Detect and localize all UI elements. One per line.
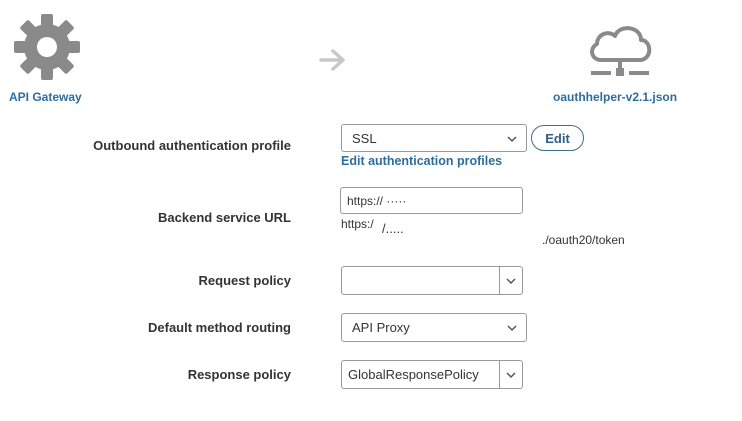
auth-profile-select[interactable]: SSL <box>341 124 527 152</box>
request-policy-dropdown-toggle[interactable] <box>499 267 522 294</box>
backend-url-hint-prefix: https:/ <box>341 217 374 231</box>
chevron-down-icon <box>507 325 517 332</box>
edit-auth-profiles-link[interactable]: Edit authentication profiles <box>341 154 502 168</box>
cloud-network-icon <box>585 20 655 84</box>
auth-profile-value: SSL <box>352 130 377 146</box>
response-policy-label: Response policy <box>187 367 291 382</box>
request-policy-label: Request policy <box>198 273 291 288</box>
request-policy-select[interactable] <box>341 266 523 295</box>
method-routing-value: API Proxy <box>352 320 410 335</box>
chevron-down-icon <box>506 372 516 379</box>
response-policy-select[interactable]: GlobalResponsePolicy <box>341 360 523 389</box>
gear-icon <box>12 12 82 82</box>
auth-profile-label: Outbound authentication profile <box>93 138 291 153</box>
backend-url-value: https:// ····· <box>347 193 407 208</box>
backend-url-hint-mid: /..... <box>382 221 404 236</box>
method-routing-select[interactable]: API Proxy <box>341 313 527 342</box>
response-policy-dropdown-toggle[interactable] <box>499 361 522 388</box>
target-label: oauthhelper-v2.1.json <box>553 90 678 104</box>
backend-url-hint-suffix: ./oauth20/token <box>542 233 625 247</box>
method-routing-label: Default method routing <box>148 320 291 335</box>
arrow-right-icon <box>318 48 348 72</box>
chevron-down-icon <box>506 278 516 285</box>
response-policy-value: GlobalResponsePolicy <box>348 367 479 382</box>
chevron-down-icon <box>507 136 517 143</box>
backend-url-label: Backend service URL <box>158 210 291 225</box>
source-label: API Gateway <box>9 90 82 104</box>
backend-url-input[interactable]: https:// ····· <box>340 187 523 214</box>
edit-button[interactable]: Edit <box>531 125 584 151</box>
